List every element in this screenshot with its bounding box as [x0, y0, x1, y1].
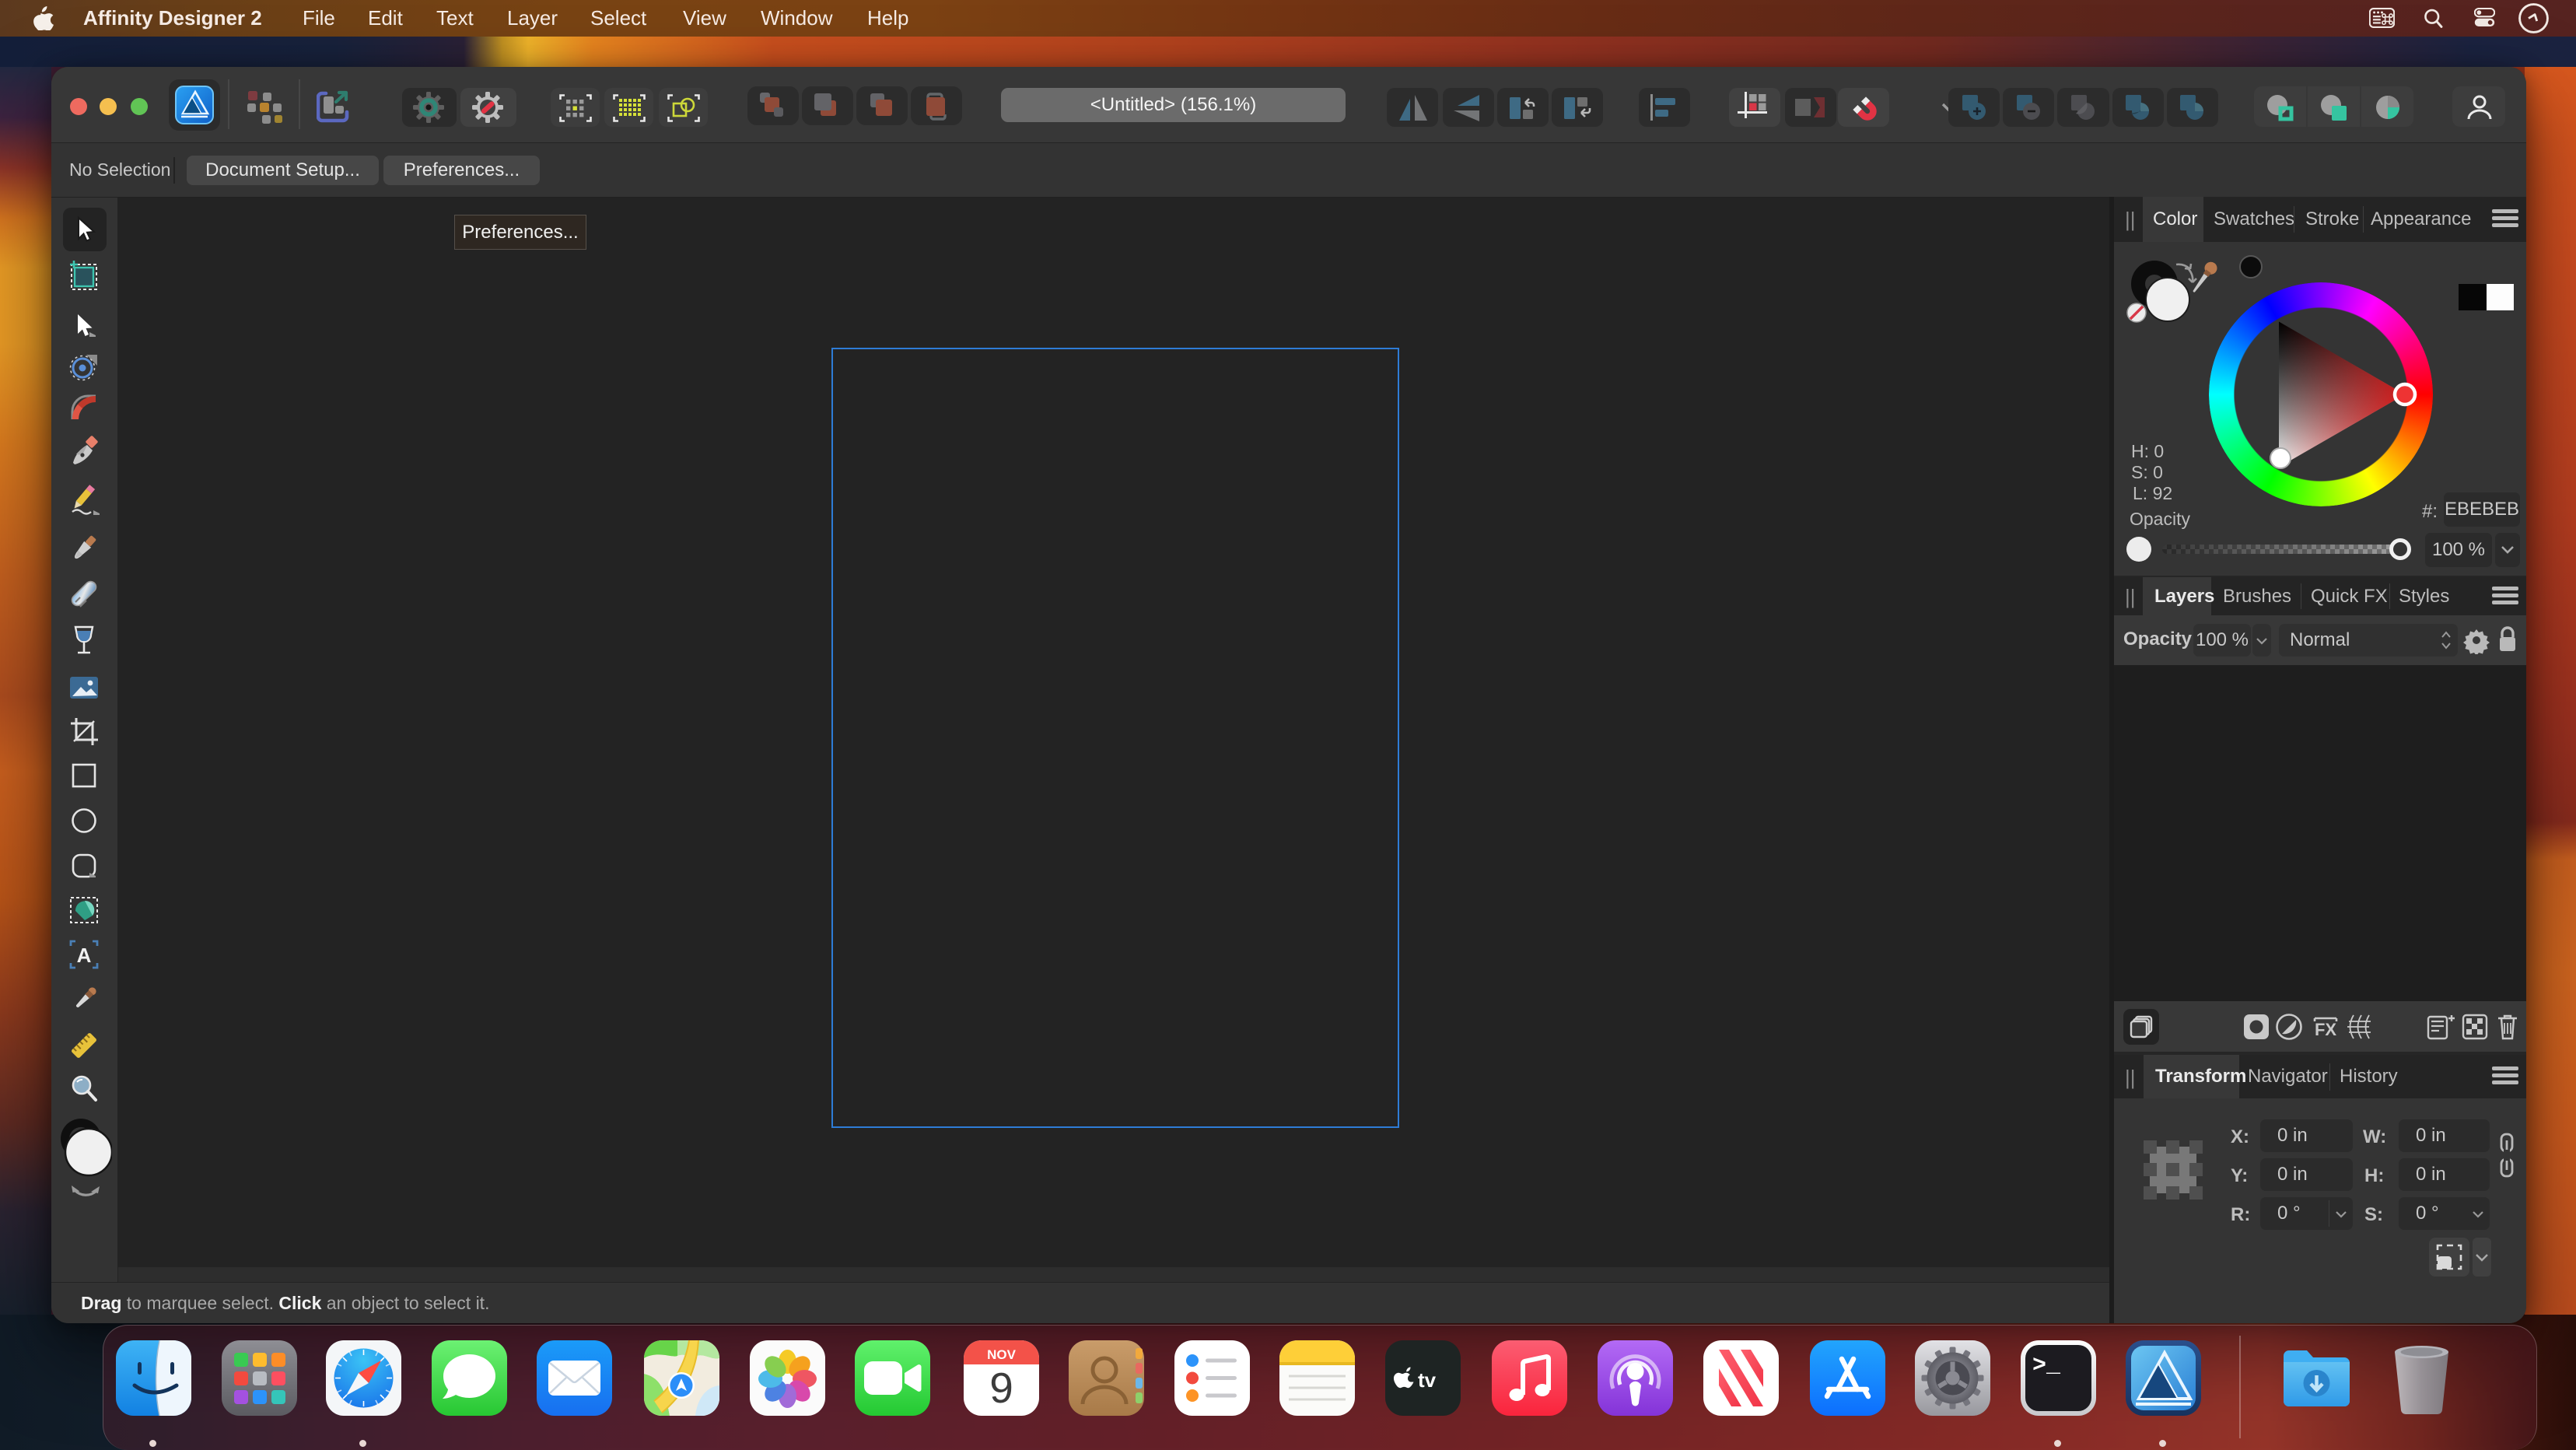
svg-text:FX: FX	[2315, 1020, 2336, 1039]
svg-text:A: A	[77, 944, 92, 967]
svg-text:>_: >_	[2032, 1353, 2061, 1379]
svg-text:9: 9	[989, 1364, 1013, 1412]
svg-text:NOV: NOV	[987, 1347, 1017, 1362]
svg-text:tv: tv	[1418, 1368, 1437, 1392]
